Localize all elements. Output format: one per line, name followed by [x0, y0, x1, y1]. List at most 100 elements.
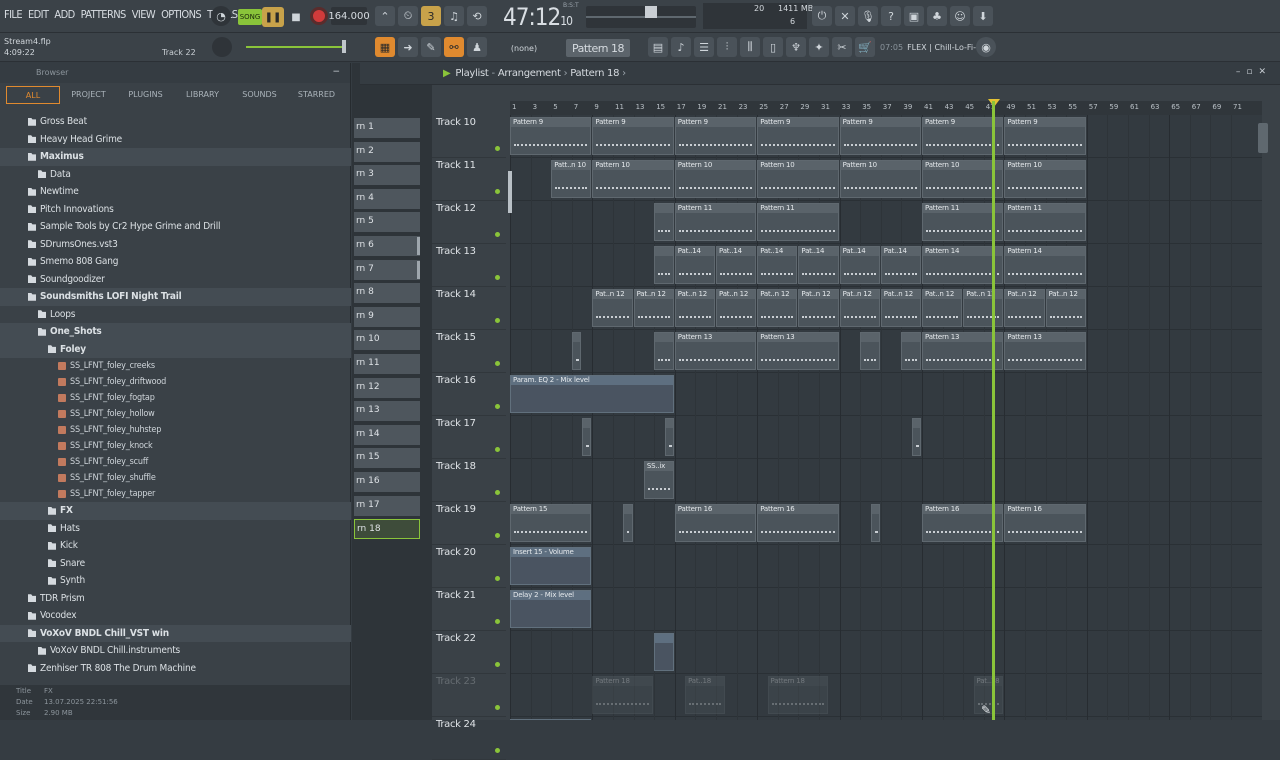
- browser-folder[interactable]: Soundsmiths LOFI Night Trail: [0, 288, 351, 306]
- paint-brush-icon[interactable]: ✎: [421, 37, 441, 57]
- picker-item[interactable]: rn 5: [354, 212, 420, 233]
- automation-clip[interactable]: Insert 15 - Volume: [510, 547, 592, 585]
- track-header[interactable]: Track 16: [432, 373, 506, 416]
- restart-icon[interactable]: ⏻: [812, 6, 832, 26]
- tempo-display[interactable]: 164.000: [328, 7, 370, 25]
- track-mute-toggle[interactable]: [495, 447, 500, 452]
- browser-file[interactable]: SS_LFNT_foley_knock: [0, 438, 351, 454]
- pattern-clip[interactable]: Pattern 11: [674, 203, 757, 241]
- track-header[interactable]: Track 24: [432, 717, 506, 760]
- picker-item[interactable]: rn 15: [354, 448, 420, 469]
- pattern-clip[interactable]: Pat..14: [798, 246, 839, 284]
- browser-file[interactable]: SS_LFNT_foley_driftwood: [0, 374, 351, 390]
- pattern-clip[interactable]: Pat..14: [880, 246, 921, 284]
- pattern-clip[interactable]: [901, 332, 921, 370]
- menu-edit[interactable]: EDIT: [28, 8, 49, 21]
- track-mute-toggle[interactable]: [495, 705, 500, 710]
- channel-rack-grid-icon[interactable]: ⫼: [740, 37, 760, 57]
- pattern-clip[interactable]: Pattern 13: [674, 332, 757, 370]
- pattern-clip[interactable]: Pat..18: [685, 676, 726, 714]
- picker-item[interactable]: rn 16: [354, 472, 420, 492]
- browser-folder[interactable]: VoXoV BNDL Chill.instruments: [0, 642, 351, 660]
- pattern-clip[interactable]: [654, 246, 674, 284]
- track-mute-toggle[interactable]: [495, 404, 500, 409]
- menu-view[interactable]: VIEW: [132, 8, 156, 21]
- track-header[interactable]: Track 20: [432, 545, 506, 588]
- menu-options[interactable]: OPTIONS: [161, 8, 202, 21]
- pattern-clip[interactable]: Pattern 14: [1004, 246, 1086, 284]
- track-header[interactable]: Track 10: [432, 115, 506, 158]
- track-mute-toggle[interactable]: [495, 275, 500, 280]
- menu-add[interactable]: ADD: [54, 8, 75, 21]
- playhead[interactable]: [992, 101, 995, 720]
- pattern-clip[interactable]: Pattern 10: [1004, 160, 1086, 198]
- browser-folder[interactable]: Kick: [0, 537, 351, 555]
- browser-folder[interactable]: FX: [0, 502, 351, 520]
- browser-file[interactable]: SS_LFNT_foley_hollow: [0, 406, 351, 422]
- download-icon[interactable]: ⬇: [973, 6, 993, 26]
- picker-item[interactable]: rn 12: [354, 377, 420, 398]
- picker-item[interactable]: rn 13: [354, 401, 420, 422]
- pattern-clip[interactable]: Pattern 18: [592, 676, 654, 714]
- pattern-clip[interactable]: Pattern 10: [839, 160, 921, 198]
- pattern-clip[interactable]: Pat..n 12: [963, 289, 1004, 327]
- playlist-icon[interactable]: ▤: [648, 37, 668, 57]
- save-icon[interactable]: ▣: [904, 6, 924, 26]
- pattern-clip[interactable]: Pattern 13: [757, 332, 839, 370]
- track-mute-toggle[interactable]: [495, 146, 500, 151]
- microphone-icon[interactable]: 🎙: [858, 6, 878, 26]
- pattern-clip[interactable]: [664, 418, 674, 456]
- pattern-clip[interactable]: Pat..n 12: [633, 289, 674, 327]
- song-position[interactable]: 47:1210: [503, 3, 573, 31]
- master-volume-knob[interactable]: [212, 37, 232, 57]
- countdown-icon[interactable]: 3: [421, 6, 441, 26]
- pattern-clip[interactable]: Pat..n 12: [592, 289, 633, 327]
- channel-rack-icon[interactable]: ☰: [694, 37, 714, 57]
- pattern-clip[interactable]: Pat..n 12: [798, 289, 839, 327]
- automation-clip[interactable]: [654, 633, 674, 671]
- browser-folder[interactable]: Heavy Head Grime: [0, 131, 351, 149]
- record-button[interactable]: [310, 7, 328, 25]
- pattern-clip[interactable]: Pattern 9: [1004, 117, 1086, 155]
- master-pitch-slider[interactable]: [586, 6, 696, 28]
- clone-icon[interactable]: ✂: [832, 37, 852, 57]
- automation-clip[interactable]: Delay 2 - Mix level: [510, 590, 592, 628]
- pattern-clip[interactable]: [623, 504, 633, 542]
- pattern-clip[interactable]: Pat..n 12: [674, 289, 715, 327]
- plugin-icon[interactable]: ♣: [927, 6, 947, 26]
- track-header[interactable]: Track 22: [432, 631, 506, 674]
- plugin-picker-icon[interactable]: ♆: [786, 37, 806, 57]
- picker-item[interactable]: rn 11: [354, 354, 420, 374]
- browser-tab-library[interactable]: LIBRARY: [174, 86, 231, 104]
- pattern-clip[interactable]: Pat..n 12: [880, 289, 921, 327]
- pattern-clip[interactable]: Pattern 9: [674, 117, 757, 155]
- piano-roll-icon[interactable]: ♪: [671, 37, 691, 57]
- picker-item[interactable]: rn 17: [354, 495, 420, 516]
- pattern-clip[interactable]: Pat..n 12: [716, 289, 757, 327]
- hint-icon[interactable]: ◔: [211, 6, 231, 26]
- wait-input-icon[interactable]: ⏲: [398, 6, 418, 26]
- track-header[interactable]: Track 21: [432, 588, 506, 631]
- browser-file[interactable]: SS_LFNT_foley_shuffle: [0, 470, 351, 486]
- pattern-clip[interactable]: [654, 203, 674, 241]
- picker-item[interactable]: rn 8: [354, 283, 420, 304]
- browser-folder[interactable]: Maximus: [0, 148, 351, 166]
- track-mute-toggle[interactable]: [495, 748, 500, 753]
- track-mute-toggle[interactable]: [495, 232, 500, 237]
- stop-button[interactable]: ■: [286, 7, 306, 27]
- master-volume-slider[interactable]: [246, 46, 346, 48]
- picker-item[interactable]: rn 7: [354, 259, 420, 280]
- metronome-icon[interactable]: ⌃: [375, 6, 395, 26]
- pattern-clip[interactable]: Pattern 16: [674, 504, 757, 542]
- track-header[interactable]: Track 17: [432, 416, 506, 459]
- pattern-clip[interactable]: [911, 418, 921, 456]
- pattern-clip[interactable]: Pattern 15: [510, 504, 592, 542]
- track-header[interactable]: Track 13: [432, 244, 506, 287]
- browser-folder[interactable]: Synth: [0, 572, 351, 590]
- link-icon[interactable]: ⚯: [444, 37, 464, 57]
- track-header[interactable]: Track 18: [432, 459, 506, 502]
- step-edit-icon[interactable]: ♫: [444, 6, 464, 26]
- track-selector-strip[interactable]: [508, 171, 512, 213]
- menu-file[interactable]: FILE: [4, 8, 23, 21]
- browser-folder[interactable]: Foley: [0, 340, 351, 358]
